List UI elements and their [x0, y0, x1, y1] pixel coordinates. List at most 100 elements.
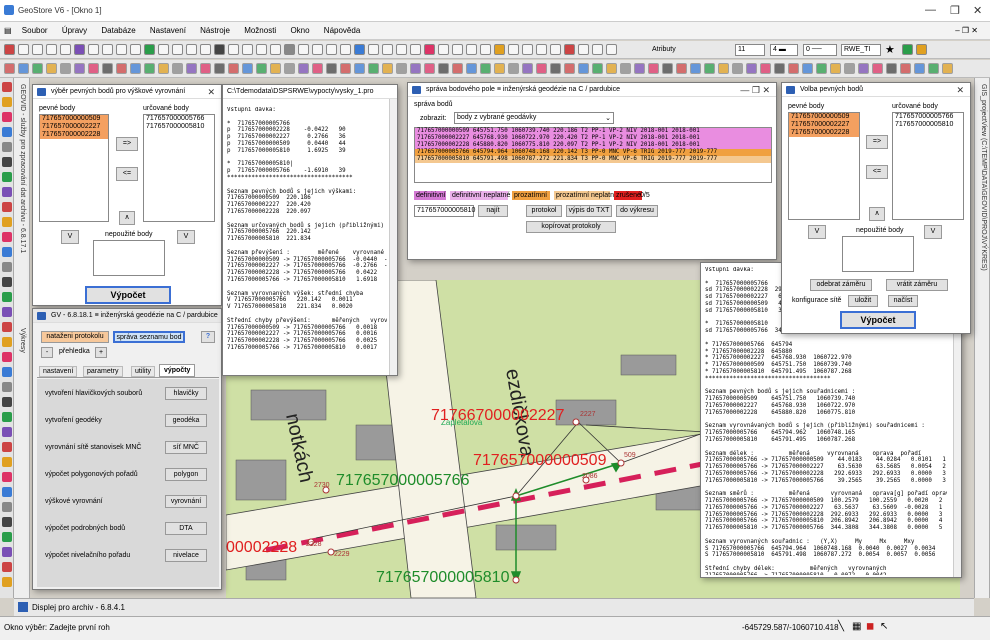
toolbar-tool-icon[interactable]: [886, 63, 897, 74]
toolbar-tool-icon[interactable]: [354, 44, 365, 55]
toolbar-tool-icon[interactable]: [536, 63, 547, 74]
side-tool-icon[interactable]: [2, 262, 12, 272]
side-tool-icon[interactable]: [2, 367, 12, 377]
toolbar-tool-icon[interactable]: [312, 44, 323, 55]
toolbar-tool-icon[interactable]: [186, 44, 197, 55]
search-input[interactable]: 717657000005810: [414, 205, 475, 217]
toolbar-tool-icon[interactable]: [536, 44, 547, 55]
toolbar-tool-icon[interactable]: [102, 63, 113, 74]
toolbar-tool-icon[interactable]: [186, 63, 197, 74]
table-row[interactable]: 717657000005766 645794.964 1060748.168 2…: [415, 149, 771, 156]
side-tool-icon[interactable]: [2, 442, 12, 452]
toolbar-tool-icon[interactable]: [466, 44, 477, 55]
calc-button[interactable]: hlavičky: [165, 387, 207, 400]
toolbar-tool-icon[interactable]: [242, 63, 253, 74]
toolbar-tool-icon[interactable]: [60, 63, 71, 74]
calc-button[interactable]: síť MNČ: [165, 441, 207, 454]
menu-upravy[interactable]: Úpravy: [56, 22, 93, 35]
table-row[interactable]: 717657000002228 645880.820 1060775.810 2…: [415, 142, 771, 149]
side-tool-icon[interactable]: [2, 322, 12, 332]
compute-button[interactable]: Výpočet: [85, 286, 171, 304]
toolbar-tool-icon[interactable]: [74, 44, 85, 55]
toolbar-tool-icon[interactable]: [18, 44, 29, 55]
side-tool-icon[interactable]: [2, 517, 12, 527]
toolbar-tool-icon[interactable]: [214, 63, 225, 74]
toolbar-tool-icon[interactable]: [620, 63, 631, 74]
toolbar-tool-icon[interactable]: [200, 63, 211, 74]
side-tool-icon[interactable]: [2, 382, 12, 392]
toolbar-tool-icon[interactable]: [564, 63, 575, 74]
toolbar-tool-icon[interactable]: [242, 44, 253, 55]
toolbar-tool-icon[interactable]: [326, 44, 337, 55]
move-down-determined-button[interactable]: V: [924, 225, 942, 239]
expand-button[interactable]: +: [95, 347, 107, 358]
toolbar-tool-icon[interactable]: [46, 44, 57, 55]
tab-calculations[interactable]: výpočty: [159, 364, 196, 377]
toolbar-tool-icon[interactable]: [424, 44, 435, 55]
side-tool-icon[interactable]: [2, 247, 12, 257]
side-tool-icon[interactable]: [2, 142, 12, 152]
load-config-button[interactable]: načíst: [888, 295, 918, 307]
calc-button[interactable]: geodéka: [165, 414, 207, 427]
side-tool-icon[interactable]: [2, 292, 12, 302]
side-tool-icon[interactable]: [2, 307, 12, 317]
list-item[interactable]: 717657000000509: [789, 113, 859, 121]
toolbar-tool-icon[interactable]: [676, 63, 687, 74]
list-item[interactable]: 717657000002227: [40, 123, 108, 131]
side-tool-icon[interactable]: [2, 202, 12, 212]
toolbar-tool-icon[interactable]: [732, 63, 743, 74]
fixed-points-list[interactable]: 717657000000509 717657000002227 71765700…: [788, 112, 860, 220]
mdi-controls[interactable]: – ❐ ✕: [949, 22, 984, 35]
determined-points-list[interactable]: 717657000005766 717657000005810: [143, 114, 215, 222]
toolbar-tool-icon[interactable]: [872, 63, 883, 74]
toolbar-tool-icon[interactable]: [312, 63, 323, 74]
toolbar-tool-icon[interactable]: [284, 44, 295, 55]
move-right-button[interactable]: =>: [116, 137, 138, 151]
side-tool-icon[interactable]: [2, 277, 12, 287]
toolbar-tool-icon[interactable]: [270, 63, 281, 74]
toolbar-tool-icon[interactable]: [480, 63, 491, 74]
maximize-button[interactable]: ❐: [950, 4, 960, 17]
toolbar-tool-icon[interactable]: [424, 63, 435, 74]
side-tool-icon[interactable]: [2, 157, 12, 167]
menu-moznosti[interactable]: Možnosti: [238, 22, 282, 35]
calc-button[interactable]: polygon: [165, 468, 207, 481]
toolbar-tool-icon[interactable]: [902, 44, 913, 55]
toolbar-tool-icon[interactable]: [550, 63, 561, 74]
toolbar-tool-icon[interactable]: [368, 63, 379, 74]
toolbar-tool-icon[interactable]: [704, 63, 715, 74]
side-tool-icon[interactable]: [2, 532, 12, 542]
toolbar-tool-icon[interactable]: [130, 44, 141, 55]
unused-points-list[interactable]: [93, 240, 165, 276]
toolbar-tool-icon[interactable]: [858, 63, 869, 74]
side-tool-icon[interactable]: [2, 577, 12, 587]
toolbar-tool-icon[interactable]: [200, 44, 211, 55]
toolbar-tool-icon[interactable]: [18, 63, 29, 74]
toolbar-tool-icon[interactable]: [914, 63, 925, 74]
toolbar-tool-icon[interactable]: [550, 44, 561, 55]
side-tool-icon[interactable]: [2, 502, 12, 512]
toolbar-tool-icon[interactable]: [494, 44, 505, 55]
side-tool-icon[interactable]: [2, 172, 12, 182]
toolbar-tool-icon[interactable]: [354, 63, 365, 74]
move-left-button[interactable]: <=: [866, 165, 888, 179]
fixed-points-list[interactable]: 717657000000509 717657000002227 71765700…: [39, 114, 109, 222]
toolbar-tool-icon[interactable]: [844, 63, 855, 74]
manage-points-button[interactable]: správa seznamu bod: [113, 331, 185, 343]
move-down-determined-button[interactable]: V: [177, 230, 195, 244]
save-config-button[interactable]: uložit: [848, 295, 878, 307]
close-icon[interactable]: — ❐ ✕: [740, 85, 770, 96]
toolbar-tool-icon[interactable]: [718, 63, 729, 74]
tab-parameters[interactable]: parametry: [83, 366, 123, 377]
table-row[interactable]: 717657000002227 645768.930 1060722.970 2…: [415, 135, 771, 142]
list-item[interactable]: 717657000005810: [144, 123, 214, 131]
toolbar-tool-icon[interactable]: [284, 63, 295, 74]
toolbar-tool-icon[interactable]: [480, 44, 491, 55]
side-tool-icon[interactable]: [2, 397, 12, 407]
toolbar-tool-icon[interactable]: [256, 44, 267, 55]
toolbar-tool-icon[interactable]: [746, 63, 757, 74]
calc-button[interactable]: vyrovnání: [165, 495, 207, 508]
minimize-button[interactable]: —: [925, 4, 936, 16]
table-row[interactable]: 717657000005810 645791.498 1060787.272 2…: [415, 156, 771, 163]
calc-button[interactable]: nivelace: [165, 549, 207, 562]
